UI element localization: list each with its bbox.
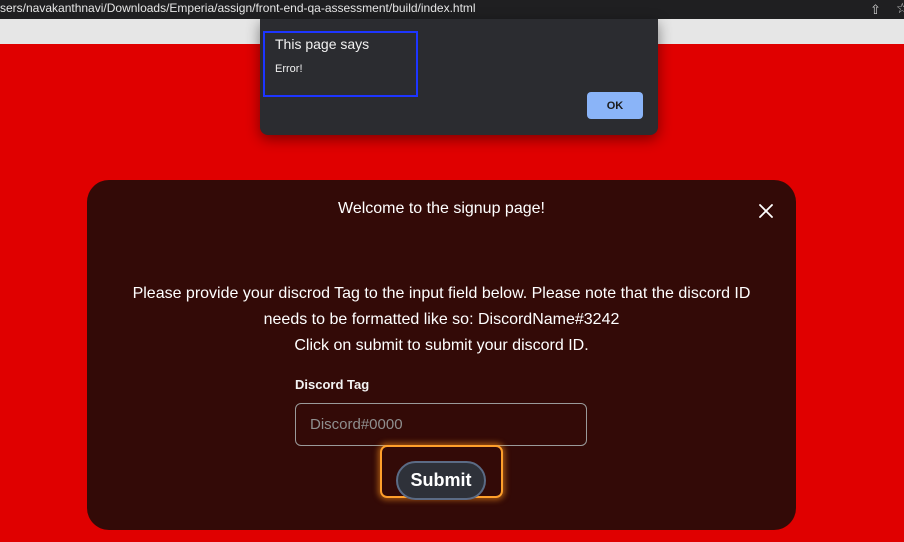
signup-modal: Welcome to the signup page! Please provi… — [87, 180, 796, 530]
instructions: Please provide your discrod Tag to the i… — [87, 281, 796, 359]
close-icon[interactable] — [756, 201, 776, 221]
bookmark-star-icon[interactable]: ☆ — [896, 0, 904, 17]
instruction-line: needs to be formatted like so: DiscordNa… — [263, 311, 620, 328]
submit-button[interactable]: Submit — [396, 461, 486, 500]
ok-button[interactable]: OK — [587, 92, 643, 119]
instruction-line: Please provide your discrod Tag to the i… — [132, 285, 751, 302]
url-text[interactable]: sers/navakanthnavi/Downloads/Emperia/ass… — [0, 0, 476, 17]
address-bar-actions: ⇧ ☆ — [856, 0, 904, 19]
browser-address-bar[interactable]: sers/navakanthnavi/Downloads/Emperia/ass… — [0, 0, 904, 19]
discord-tag-input[interactable] — [295, 403, 587, 446]
alert-dialog: This page says Error! OK — [260, 19, 658, 135]
share-icon[interactable]: ⇧ — [870, 1, 881, 18]
alert-title: This page says — [275, 36, 370, 52]
alert-message: Error! — [275, 63, 303, 75]
discord-tag-label: Discord Tag — [295, 377, 370, 392]
instruction-line: Click on submit to submit your discord I… — [294, 337, 589, 354]
modal-title: Welcome to the signup page! — [338, 200, 545, 217]
